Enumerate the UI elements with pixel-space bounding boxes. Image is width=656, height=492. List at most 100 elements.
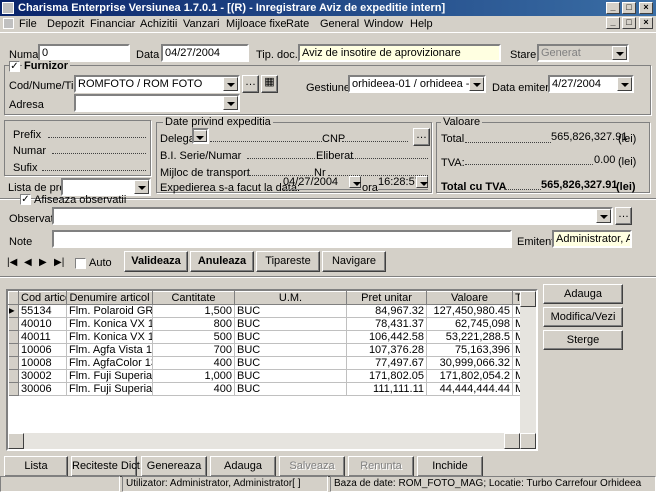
spinner-icon[interactable] bbox=[416, 176, 428, 188]
cell-denumire[interactable]: Flm. Konica VX 135-200- bbox=[66, 317, 153, 331]
header-pret[interactable]: Pret unitar bbox=[346, 291, 427, 305]
nav-last-icon[interactable]: ▶| bbox=[54, 257, 64, 268]
cnp-field[interactable] bbox=[342, 132, 408, 142]
menu-financiar[interactable]: Financiar bbox=[90, 18, 135, 30]
cell-cod[interactable]: 40010 bbox=[18, 317, 67, 331]
stare-select[interactable]: Generat bbox=[537, 44, 629, 62]
chevron-down-icon[interactable] bbox=[223, 96, 238, 110]
grid-sterge-button[interactable]: Sterge bbox=[543, 330, 623, 350]
grid-vscroll[interactable] bbox=[520, 291, 536, 449]
menu-file[interactable]: File bbox=[19, 18, 37, 30]
auto-checkbox[interactable] bbox=[75, 258, 86, 269]
table-row[interactable]: ▶55134Flm. Polaroid GRATUIT1,500BUC84,96… bbox=[8, 304, 521, 318]
chevron-down-icon[interactable] bbox=[617, 77, 632, 91]
scroll-right-icon[interactable] bbox=[504, 433, 520, 449]
cell-denumire[interactable]: Flm. AgfaColor 135-100-3 bbox=[66, 356, 153, 370]
navigare-button[interactable]: Navigare bbox=[322, 251, 386, 272]
nr-field[interactable] bbox=[328, 166, 428, 176]
tipdoc-field[interactable]: Aviz de insotire de aprovizionare bbox=[298, 44, 501, 62]
cell-denumire[interactable]: Flm. Konica VX 135-400- bbox=[66, 330, 153, 344]
chevron-down-icon[interactable] bbox=[134, 180, 149, 194]
table-row[interactable]: 10006Flm. Agfa Vista 135-100-700BUC107,3… bbox=[8, 343, 521, 357]
table-row[interactable]: 30006Flm. Fuji Superia 135-100400BUC111,… bbox=[8, 382, 521, 396]
menu-mijloace-fixe[interactable]: Mijloace fixe bbox=[226, 18, 287, 30]
cell-cantitate[interactable]: 1,500 bbox=[152, 304, 235, 318]
chevron-down-icon[interactable] bbox=[349, 176, 361, 188]
cell-cod[interactable]: 30006 bbox=[18, 382, 67, 396]
cell-cantitate[interactable]: 800 bbox=[152, 317, 235, 331]
cell-cod[interactable]: 10008 bbox=[18, 356, 67, 370]
cell-pret[interactable]: 84,967.32 bbox=[346, 304, 427, 318]
chevron-down-icon[interactable] bbox=[194, 130, 207, 142]
chevron-down-icon[interactable] bbox=[223, 77, 238, 91]
cell-pret[interactable]: 107,376.28 bbox=[346, 343, 427, 357]
adresa-select[interactable] bbox=[74, 94, 240, 112]
menu-window[interactable]: Window bbox=[364, 18, 403, 30]
cell-denumire[interactable]: Flm. Fuji Superia 135-100 bbox=[66, 369, 153, 383]
cell-um[interactable]: BUC bbox=[234, 382, 347, 396]
data-input[interactable]: 04/27/2004 bbox=[161, 44, 249, 62]
afiseaza-checkbox[interactable]: ✓ bbox=[20, 194, 31, 205]
menu-depozit[interactable]: Depozit bbox=[47, 18, 84, 30]
grid-hscroll[interactable] bbox=[8, 433, 520, 449]
mdi-close-button[interactable]: × bbox=[639, 17, 653, 29]
eliberat-field[interactable] bbox=[350, 149, 428, 159]
delegat-field[interactable] bbox=[210, 132, 322, 142]
lista-button[interactable]: Lista bbox=[4, 456, 68, 477]
furnizor-checkbox[interactable]: ✓ bbox=[9, 61, 20, 72]
grid-modifica-button[interactable]: Modifica/Vezi bbox=[543, 307, 623, 327]
gestiune-select[interactable]: orhideea-01 / orhideea - Ma bbox=[348, 75, 486, 93]
cell-um[interactable]: BUC bbox=[234, 304, 347, 318]
close-button[interactable]: × bbox=[639, 2, 653, 14]
menu-help[interactable]: Help bbox=[410, 18, 433, 30]
browse-button[interactable]: … bbox=[242, 75, 259, 93]
dataemitere-select[interactable]: 4/27/2004 bbox=[548, 75, 634, 93]
numar2-field[interactable] bbox=[52, 144, 146, 154]
cod-select[interactable]: ROMFOTO / ROM FOTO bbox=[74, 75, 240, 93]
table-row[interactable]: 40011Flm. Konica VX 135-400-500BUC106,44… bbox=[8, 330, 521, 344]
menu-rate[interactable]: Rate bbox=[286, 18, 309, 30]
cell-valoare[interactable]: 127,450,980.45 bbox=[426, 304, 513, 318]
bi-field[interactable] bbox=[247, 149, 315, 159]
cell-denumire[interactable]: Flm. Agfa Vista 135-100- bbox=[66, 343, 153, 357]
menu-achizitii[interactable]: Achizitii bbox=[140, 18, 177, 30]
cell-valoare[interactable]: 53,221,288.5 bbox=[426, 330, 513, 344]
cell-cantitate[interactable]: 700 bbox=[152, 343, 235, 357]
exp-time-spinner[interactable]: 16:28:57 bbox=[378, 176, 428, 190]
cell-cod[interactable]: 55134 bbox=[18, 304, 67, 318]
scroll-up-icon[interactable] bbox=[520, 291, 536, 307]
table-row[interactable]: 30002Flm. Fuji Superia 135-1001,000BUC17… bbox=[8, 369, 521, 383]
delegat-select[interactable] bbox=[192, 128, 209, 144]
renunta-button[interactable]: Renunta bbox=[348, 456, 414, 477]
header-denumire[interactable]: Denumire articol bbox=[66, 291, 153, 305]
cell-um[interactable]: BUC bbox=[234, 369, 347, 383]
cell-denumire[interactable]: Flm. Polaroid GRATUIT bbox=[66, 304, 153, 318]
note-input[interactable] bbox=[52, 230, 512, 248]
lookup-icon[interactable]: ▦ bbox=[261, 75, 278, 93]
prefix-field[interactable] bbox=[48, 128, 146, 138]
cell-um[interactable]: BUC bbox=[234, 330, 347, 344]
sufix-field[interactable] bbox=[42, 161, 146, 171]
nav-prev-icon[interactable]: ◀ bbox=[24, 257, 32, 268]
header-valoare[interactable]: Valoare bbox=[426, 291, 513, 305]
observatii-browse-button[interactable]: … bbox=[615, 207, 632, 225]
grid-adauga-button[interactable]: Adauga bbox=[543, 284, 623, 304]
maximize-button[interactable]: □ bbox=[622, 2, 636, 14]
cell-pret[interactable]: 171,802.05 bbox=[346, 369, 427, 383]
reciteste-button[interactable]: Reciteste Dict. bbox=[71, 456, 143, 477]
mdi-minimize-button[interactable]: _ bbox=[606, 17, 620, 29]
scroll-left-icon[interactable] bbox=[8, 433, 24, 449]
mdi-restore-button[interactable]: □ bbox=[622, 17, 636, 29]
table-row[interactable]: 40010Flm. Konica VX 135-200-800BUC78,431… bbox=[8, 317, 521, 331]
cell-um[interactable]: BUC bbox=[234, 317, 347, 331]
salveaza-button[interactable]: Salveaza bbox=[279, 456, 345, 477]
cell-cod[interactable]: 10006 bbox=[18, 343, 67, 357]
cell-pret[interactable]: 106,442.58 bbox=[346, 330, 427, 344]
cell-cantitate[interactable]: 1,000 bbox=[152, 369, 235, 383]
observatii-select[interactable] bbox=[52, 207, 613, 225]
cell-valoare[interactable]: 75,163,396 bbox=[426, 343, 513, 357]
cell-cod[interactable]: 40011 bbox=[18, 330, 67, 344]
cell-cantitate[interactable]: 500 bbox=[152, 330, 235, 344]
table-row[interactable]: 10008Flm. AgfaColor 135-100-3400BUC77,49… bbox=[8, 356, 521, 370]
tipareste-button[interactable]: Tipareste bbox=[256, 251, 320, 272]
